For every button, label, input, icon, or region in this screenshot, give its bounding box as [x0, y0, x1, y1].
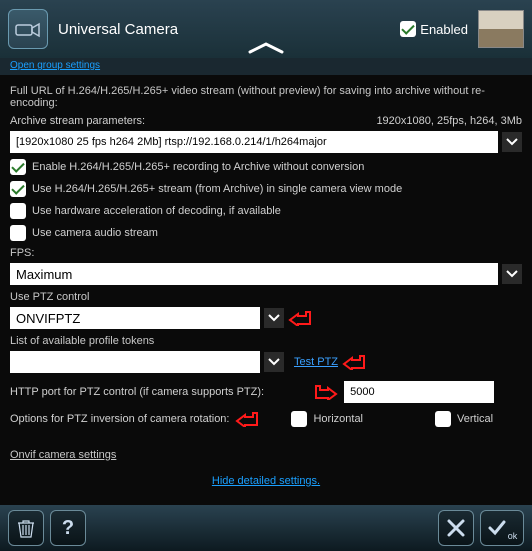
red-arrow-icon — [235, 411, 259, 427]
use-ptz-label: Use PTZ control — [10, 291, 522, 303]
archive-params-label: Archive stream parameters: — [10, 115, 145, 127]
inversion-label: Options for PTZ inversion of camera rota… — [10, 413, 229, 425]
desc-line: Full URL of H.264/H.265/H.265+ video str… — [10, 85, 522, 109]
tokens-label: List of available profile tokens — [10, 335, 522, 347]
settings-panel: Full URL of H.264/H.265/H.265+ video str… — [0, 75, 532, 505]
lbl-vertical: Vertical — [457, 413, 493, 425]
archive-url-select[interactable]: [1920x1080 25 fps h264 2Mb] rtsp://192.1… — [10, 131, 498, 153]
http-port-label: HTTP port for PTZ control (if camera sup… — [10, 386, 264, 398]
fps-label: FPS: — [10, 247, 522, 259]
ptz-select[interactable]: ONVIFPTZ — [10, 307, 260, 329]
tokens-dropdown[interactable] — [264, 352, 284, 372]
fps-dropdown[interactable] — [502, 264, 522, 284]
ok-suffix: ok — [508, 531, 518, 545]
chk-hw-accel[interactable] — [10, 203, 26, 219]
onvif-settings-link[interactable]: Onvif camera settings — [10, 449, 116, 461]
camera-preview[interactable] — [478, 10, 524, 48]
fps-select[interactable]: Maximum — [10, 263, 498, 285]
archive-url-dropdown[interactable] — [502, 132, 522, 152]
chevron-up-icon[interactable] — [246, 40, 286, 54]
lbl-audio: Use camera audio stream — [32, 227, 158, 239]
page-title: Universal Camera — [58, 21, 178, 38]
chk-audio[interactable] — [10, 225, 26, 241]
red-arrow-icon — [314, 384, 338, 400]
chk-use-archive-single[interactable] — [10, 181, 26, 197]
test-ptz-link[interactable]: Test PTZ — [294, 356, 338, 368]
ptz-dropdown[interactable] — [264, 308, 284, 328]
enabled-checkbox[interactable] — [400, 21, 416, 37]
lbl-hw-accel: Use hardware acceleration of decoding, i… — [32, 205, 281, 217]
lbl-horizontal: Horizontal — [313, 413, 363, 425]
red-arrow-icon — [342, 354, 366, 370]
tokens-select[interactable] — [10, 351, 260, 373]
footer-bar: ? ok — [0, 505, 532, 551]
open-group-settings-link[interactable]: Open group settings — [0, 58, 532, 75]
archive-params-value: 1920x1080, 25fps, h264, 3Mb — [376, 115, 522, 127]
lbl-use-archive-single: Use H.264/H.265/H.265+ stream (from Arch… — [32, 183, 402, 195]
hide-settings-link[interactable]: Hide detailed settings. — [10, 475, 522, 487]
header-bar: Universal Camera Enabled — [0, 0, 532, 58]
camera-icon — [8, 9, 48, 49]
delete-button[interactable] — [8, 510, 44, 546]
chk-vertical[interactable] — [435, 411, 451, 427]
chk-horizontal[interactable] — [291, 411, 307, 427]
ok-button[interactable]: ok — [480, 510, 524, 546]
red-arrow-icon — [288, 310, 312, 326]
lbl-enable-recording: Enable H.264/H.265/H.265+ recording to A… — [32, 161, 364, 173]
help-button[interactable]: ? — [50, 510, 86, 546]
chk-enable-recording[interactable] — [10, 159, 26, 175]
enabled-label: Enabled — [420, 22, 468, 37]
enabled-toggle[interactable]: Enabled — [400, 21, 468, 37]
http-port-input[interactable] — [344, 381, 494, 403]
cancel-button[interactable] — [438, 510, 474, 546]
